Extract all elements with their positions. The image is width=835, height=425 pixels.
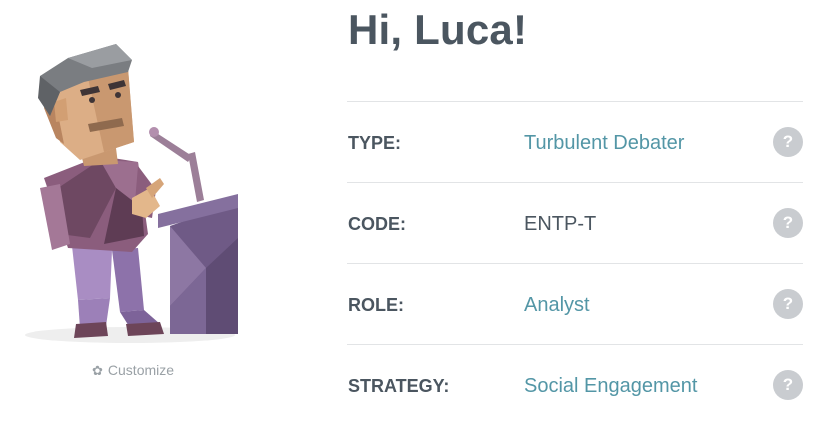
customize-label: Customize [107, 362, 175, 378]
detail-row-role: ROLE: Analyst ? [347, 263, 803, 344]
strategy-value-link[interactable]: Social Engagement [524, 375, 697, 398]
help-icon[interactable]: ? [773, 208, 803, 238]
help-icon[interactable]: ? [773, 127, 803, 157]
strategy-label: STRATEGY: [348, 376, 450, 396]
page-title: Hi, Luca! [348, 6, 528, 53]
personality-avatar [20, 38, 270, 348]
type-label: TYPE: [348, 133, 402, 153]
role-label: ROLE: [348, 295, 404, 315]
help-icon[interactable]: ? [773, 289, 803, 319]
gear-icon: ✿ [92, 362, 103, 378]
customize-link[interactable]: ✿ Customize [92, 362, 174, 378]
code-value: ENTP-T [524, 213, 597, 235]
profile-details: TYPE: Turbulent Debater ? CODE: ENTP-T ?… [347, 101, 803, 425]
detail-row-code: CODE: ENTP-T ? [347, 182, 803, 263]
detail-row-type: TYPE: Turbulent Debater ? [347, 101, 803, 182]
type-value-link[interactable]: Turbulent Debater [524, 132, 684, 155]
help-icon[interactable]: ? [773, 370, 803, 400]
code-label: CODE: [348, 214, 406, 234]
role-value-link[interactable]: Analyst [524, 294, 590, 317]
detail-row-strategy: STRATEGY: Social Engagement ? [347, 344, 803, 425]
